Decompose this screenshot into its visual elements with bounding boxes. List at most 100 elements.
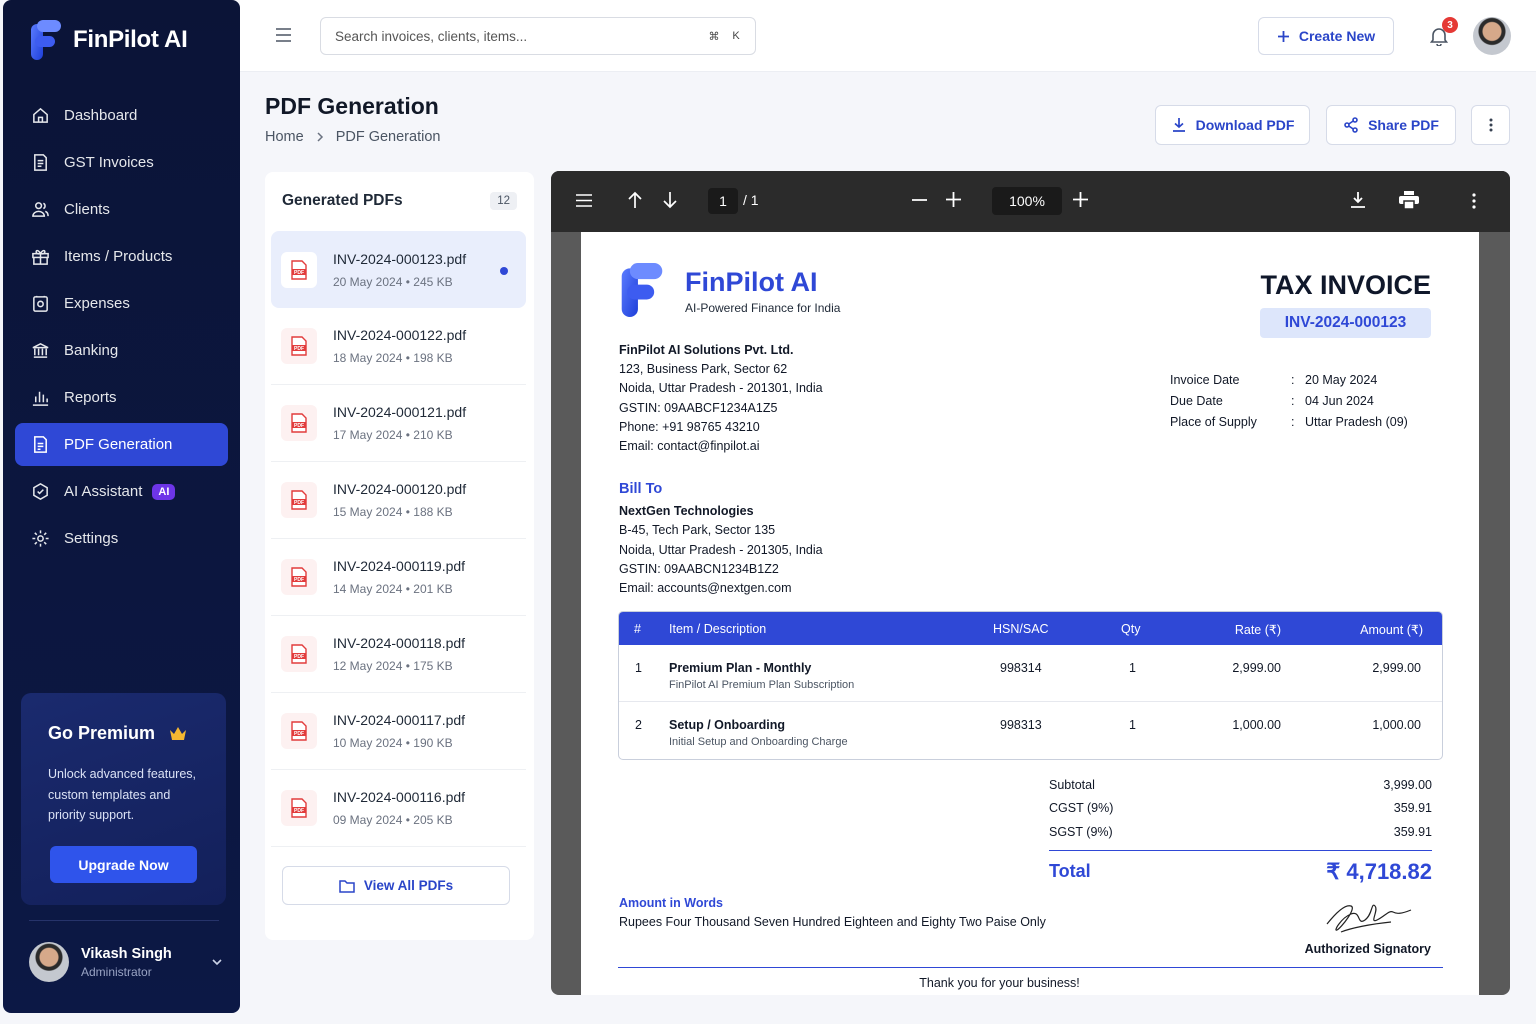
- create-new-button[interactable]: Create New: [1258, 17, 1394, 55]
- pdf-list-item[interactable]: PDF INV-2024-000119.pdf 14 May 2024 • 201 …: [271, 539, 526, 616]
- item-qty: 1: [1129, 661, 1136, 675]
- signature-image: [1326, 904, 1412, 933]
- ai-sparkle-icon: [33, 483, 48, 500]
- ai-badge: AI: [152, 483, 176, 500]
- sidebar-item-items-products[interactable]: Items / Products: [15, 235, 228, 278]
- page-title: PDF Generation: [265, 93, 439, 119]
- home-icon: [33, 107, 48, 123]
- svg-text:PDF: PDF: [294, 500, 304, 506]
- sidebar-item-reports[interactable]: Reports: [15, 376, 228, 419]
- invoice-items-table: # Item / Description HSN/SAC Qty Rate (₹…: [618, 611, 1443, 760]
- download-pdf-button[interactable]: Download PDF: [1155, 105, 1310, 145]
- pdf-list-item[interactable]: PDF INV-2024-000121.pdf 17 May 2024 • 210 …: [271, 385, 526, 462]
- download-icon: [1172, 118, 1185, 132]
- more-options-button[interactable]: [1471, 105, 1510, 145]
- print-icon[interactable]: [1399, 191, 1419, 209]
- sidebar-divider: [29, 920, 219, 921]
- pdf-list-item[interactable]: PDF INV-2024-000123.pdf 20 May 2024 • 245 …: [271, 231, 526, 308]
- breadcrumb-home[interactable]: Home: [265, 129, 304, 145]
- svg-text:PDF: PDF: [294, 731, 304, 737]
- sidebar-item-label: Reports: [64, 389, 117, 406]
- pdf-file-icon: PDF: [281, 251, 317, 288]
- invoice-title: TAX INVOICE: [1260, 270, 1431, 300]
- pdf-list-item[interactable]: PDF INV-2024-000120.pdf 15 May 2024 • 188 …: [271, 462, 526, 539]
- sidebar-item-gst-invoices[interactable]: GST Invoices: [15, 141, 228, 184]
- table-row: 1 Premium Plan - Monthly FinPilot AI Pre…: [619, 645, 1442, 702]
- page-total: / 1: [743, 192, 759, 208]
- row-number: 1: [635, 661, 642, 675]
- upgrade-now-button[interactable]: Upgrade Now: [50, 846, 197, 883]
- bill-to-heading: Bill To: [619, 481, 663, 497]
- pdf-file-size: 245 KB: [413, 274, 453, 289]
- page-number-input[interactable]: 1: [708, 188, 738, 214]
- create-new-label: Create New: [1298, 28, 1376, 44]
- pdf-file-icon: PDF: [281, 482, 317, 518]
- meta-key: Due Date: [1170, 394, 1223, 408]
- sidebar-item-expenses[interactable]: Expenses: [15, 282, 228, 325]
- gift-box-icon: [32, 249, 49, 265]
- zoom-level[interactable]: 100%: [992, 187, 1062, 215]
- zoom-out-icon[interactable]: [912, 199, 927, 201]
- item-description: FinPilot AI Premium Plan Subscription: [669, 679, 855, 691]
- download-pdf-label: Download PDF: [1195, 117, 1295, 133]
- grand-total-label: Total: [1049, 861, 1091, 881]
- pdf-file-size: 205 KB: [413, 813, 453, 827]
- column-header: Rate (₹): [1234, 623, 1281, 637]
- pdf-file-icon: PDF: [281, 713, 317, 749]
- svg-text:PDF: PDF: [294, 346, 304, 352]
- pdf-file-date: 20 May 2024: [333, 274, 403, 289]
- pdf-file-date: 14 May 2024: [333, 582, 403, 596]
- sidebar-item-banking[interactable]: Banking: [15, 329, 228, 372]
- download-icon[interactable]: [1350, 191, 1366, 209]
- view-all-pdfs-button[interactable]: View All PDFs: [282, 866, 510, 905]
- seller-line: Email: contact@finpilot.ai: [619, 439, 760, 454]
- wallet-icon: [33, 295, 48, 312]
- user-name: Vikash Singh: [81, 945, 172, 962]
- shortcut-key: ⌘: [708, 30, 720, 43]
- sidebar-item-dashboard[interactable]: Dashboard: [15, 94, 228, 137]
- avatar[interactable]: [1473, 17, 1511, 55]
- pdf-list-item[interactable]: PDF INV-2024-000117.pdf 10 May 2024 • 190 …: [271, 693, 526, 770]
- pdf-list-item[interactable]: PDF INV-2024-000116.pdf 09 May 2024 • 205 …: [271, 770, 526, 847]
- chevron-down-icon[interactable]: [210, 955, 224, 969]
- finpilot-logo-icon: [621, 262, 663, 318]
- sidebar-item-label: GST Invoices: [64, 154, 154, 171]
- kebab-menu-icon[interactable]: [1472, 193, 1476, 209]
- svg-text:PDF: PDF: [294, 577, 304, 583]
- menu-icon[interactable]: [275, 28, 292, 42]
- viewer-toolbar: 1 / 1 100%: [551, 171, 1510, 232]
- pdf-file-meta: 18 May 2024 • 198 KB: [333, 351, 453, 365]
- menu-icon[interactable]: [576, 194, 592, 207]
- shortcut-key: K: [732, 30, 740, 42]
- sidebar-item-ai-assistant[interactable]: AI Assistant AI: [15, 470, 228, 513]
- item-qty: 1: [1129, 718, 1136, 732]
- share-pdf-button[interactable]: Share PDF: [1326, 105, 1456, 145]
- bank-icon: [32, 343, 49, 358]
- total-key: SGST (9%): [1049, 824, 1113, 839]
- search-input[interactable]: Search invoices, clients, items... ⌘ K: [320, 17, 756, 55]
- user-profile[interactable]: Vikash Singh Administrator: [29, 942, 224, 982]
- brand[interactable]: FinPilot AI: [29, 18, 188, 62]
- finpilot-logo-icon: [31, 20, 61, 60]
- totals-divider: [1049, 849, 1432, 851]
- svg-text:PDF: PDF: [294, 654, 304, 660]
- chevron-right-icon: [317, 132, 323, 142]
- pdf-list-item[interactable]: PDF INV-2024-000122.pdf 18 May 2024 • 198 …: [271, 308, 526, 385]
- users-icon: [32, 202, 49, 217]
- search-placeholder: Search invoices, clients, items...: [335, 28, 528, 44]
- arrow-up-icon[interactable]: [628, 191, 642, 209]
- sidebar-item-settings[interactable]: Settings: [15, 517, 228, 560]
- pdf-file-icon: PDF: [281, 559, 317, 595]
- sidebar-item-label: Expenses: [64, 295, 130, 312]
- zoom-in-icon[interactable]: [946, 192, 961, 207]
- crown-icon: [170, 726, 187, 740]
- sidebar-item-pdf-generation[interactable]: PDF Generation: [15, 423, 228, 466]
- pdf-list-item[interactable]: PDF INV-2024-000118.pdf 12 May 2024 • 175 …: [271, 616, 526, 693]
- invoice-number: INV-2024-000123: [1260, 308, 1431, 338]
- breadcrumb-current: PDF Generation: [335, 129, 441, 145]
- invoice-company-name: FinPilot AI: [685, 267, 818, 297]
- sidebar-item-clients[interactable]: Clients: [15, 188, 228, 231]
- arrow-down-icon[interactable]: [663, 191, 677, 209]
- add-icon[interactable]: [1073, 192, 1088, 207]
- pdf-file-meta: 15 May 2024 • 188 KB: [333, 505, 453, 519]
